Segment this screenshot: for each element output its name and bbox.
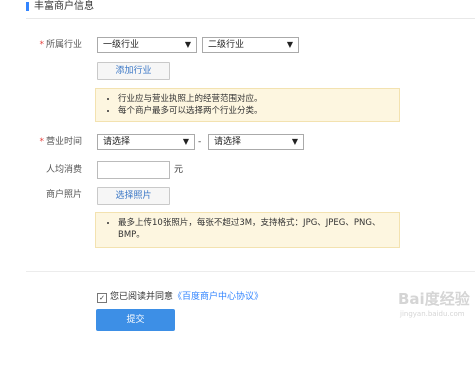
photos-label: 商户照片 xyxy=(45,190,82,200)
industry-note-box: 行业应与营业执照上的经营范围对应。 每个商户最多可以选择两个行业分类。 xyxy=(95,88,400,122)
agreement-checkbox[interactable]: ✓ xyxy=(97,293,107,303)
industry-level2-value: 二级行业 xyxy=(208,40,245,50)
avg-spend-input[interactable] xyxy=(97,161,170,179)
industry-level2-select[interactable]: 二级行业 ▼ xyxy=(202,37,299,53)
add-industry-button[interactable]: 添加行业 xyxy=(97,62,170,80)
hours-label: 营业时间 xyxy=(45,137,82,147)
chevron-down-icon: ▼ xyxy=(184,40,191,49)
chevron-down-icon: ▼ xyxy=(182,137,189,146)
hours-separator: - xyxy=(198,137,202,147)
hours-end-value: 请选择 xyxy=(214,137,242,147)
industry-label-row: * 所属行业 xyxy=(22,38,82,52)
photos-note-box: 最多上传10张照片，每张不超过3M，支持格式：JPG、JPEG、PNG、BMP。 xyxy=(95,212,400,248)
baidu-jingyan-watermark: Bai度经验 xyxy=(398,290,470,308)
photos-note-item: 最多上传10张照片，每张不超过3M，支持格式：JPG、JPEG、PNG、BMP。 xyxy=(118,217,391,241)
avg-spend-unit: 元 xyxy=(174,165,184,175)
required-mark: * xyxy=(39,137,44,147)
agreement-prefix: 您已阅读并同意 xyxy=(110,292,174,302)
chevron-down-icon: ▼ xyxy=(291,137,298,146)
avg-spend-label: 人均消费 xyxy=(45,165,82,175)
watermark-url: jingyan.baidu.com xyxy=(400,310,465,318)
form-divider xyxy=(26,271,475,272)
industry-note-item: 行业应与营业执照上的经营范围对应。 xyxy=(118,93,391,105)
hours-end-select[interactable]: 请选择 ▼ xyxy=(208,134,304,150)
chevron-down-icon: ▼ xyxy=(286,40,293,49)
select-photos-button[interactable]: 选择照片 xyxy=(97,187,170,205)
industry-note-item: 每个商户最多可以选择两个行业分类。 xyxy=(118,105,391,117)
industry-level1-value: 一级行业 xyxy=(103,40,140,50)
section-accent-bar xyxy=(26,2,29,11)
header-divider xyxy=(26,18,475,19)
hours-label-row: * 营业时间 xyxy=(22,135,82,149)
agreement-link[interactable]: 《百度商户中心协议》 xyxy=(173,292,263,302)
industry-level1-select[interactable]: 一级行业 ▼ xyxy=(97,37,197,53)
industry-label: 所属行业 xyxy=(45,40,82,50)
hours-start-select[interactable]: 请选择 ▼ xyxy=(97,134,195,150)
hours-start-value: 请选择 xyxy=(103,137,131,147)
agreement-text: 您已阅读并同意《百度商户中心协议》 xyxy=(110,290,263,304)
required-mark: * xyxy=(39,40,44,50)
submit-button[interactable]: 提交 xyxy=(96,309,175,331)
section-title: 丰富商户信息 xyxy=(34,1,94,12)
